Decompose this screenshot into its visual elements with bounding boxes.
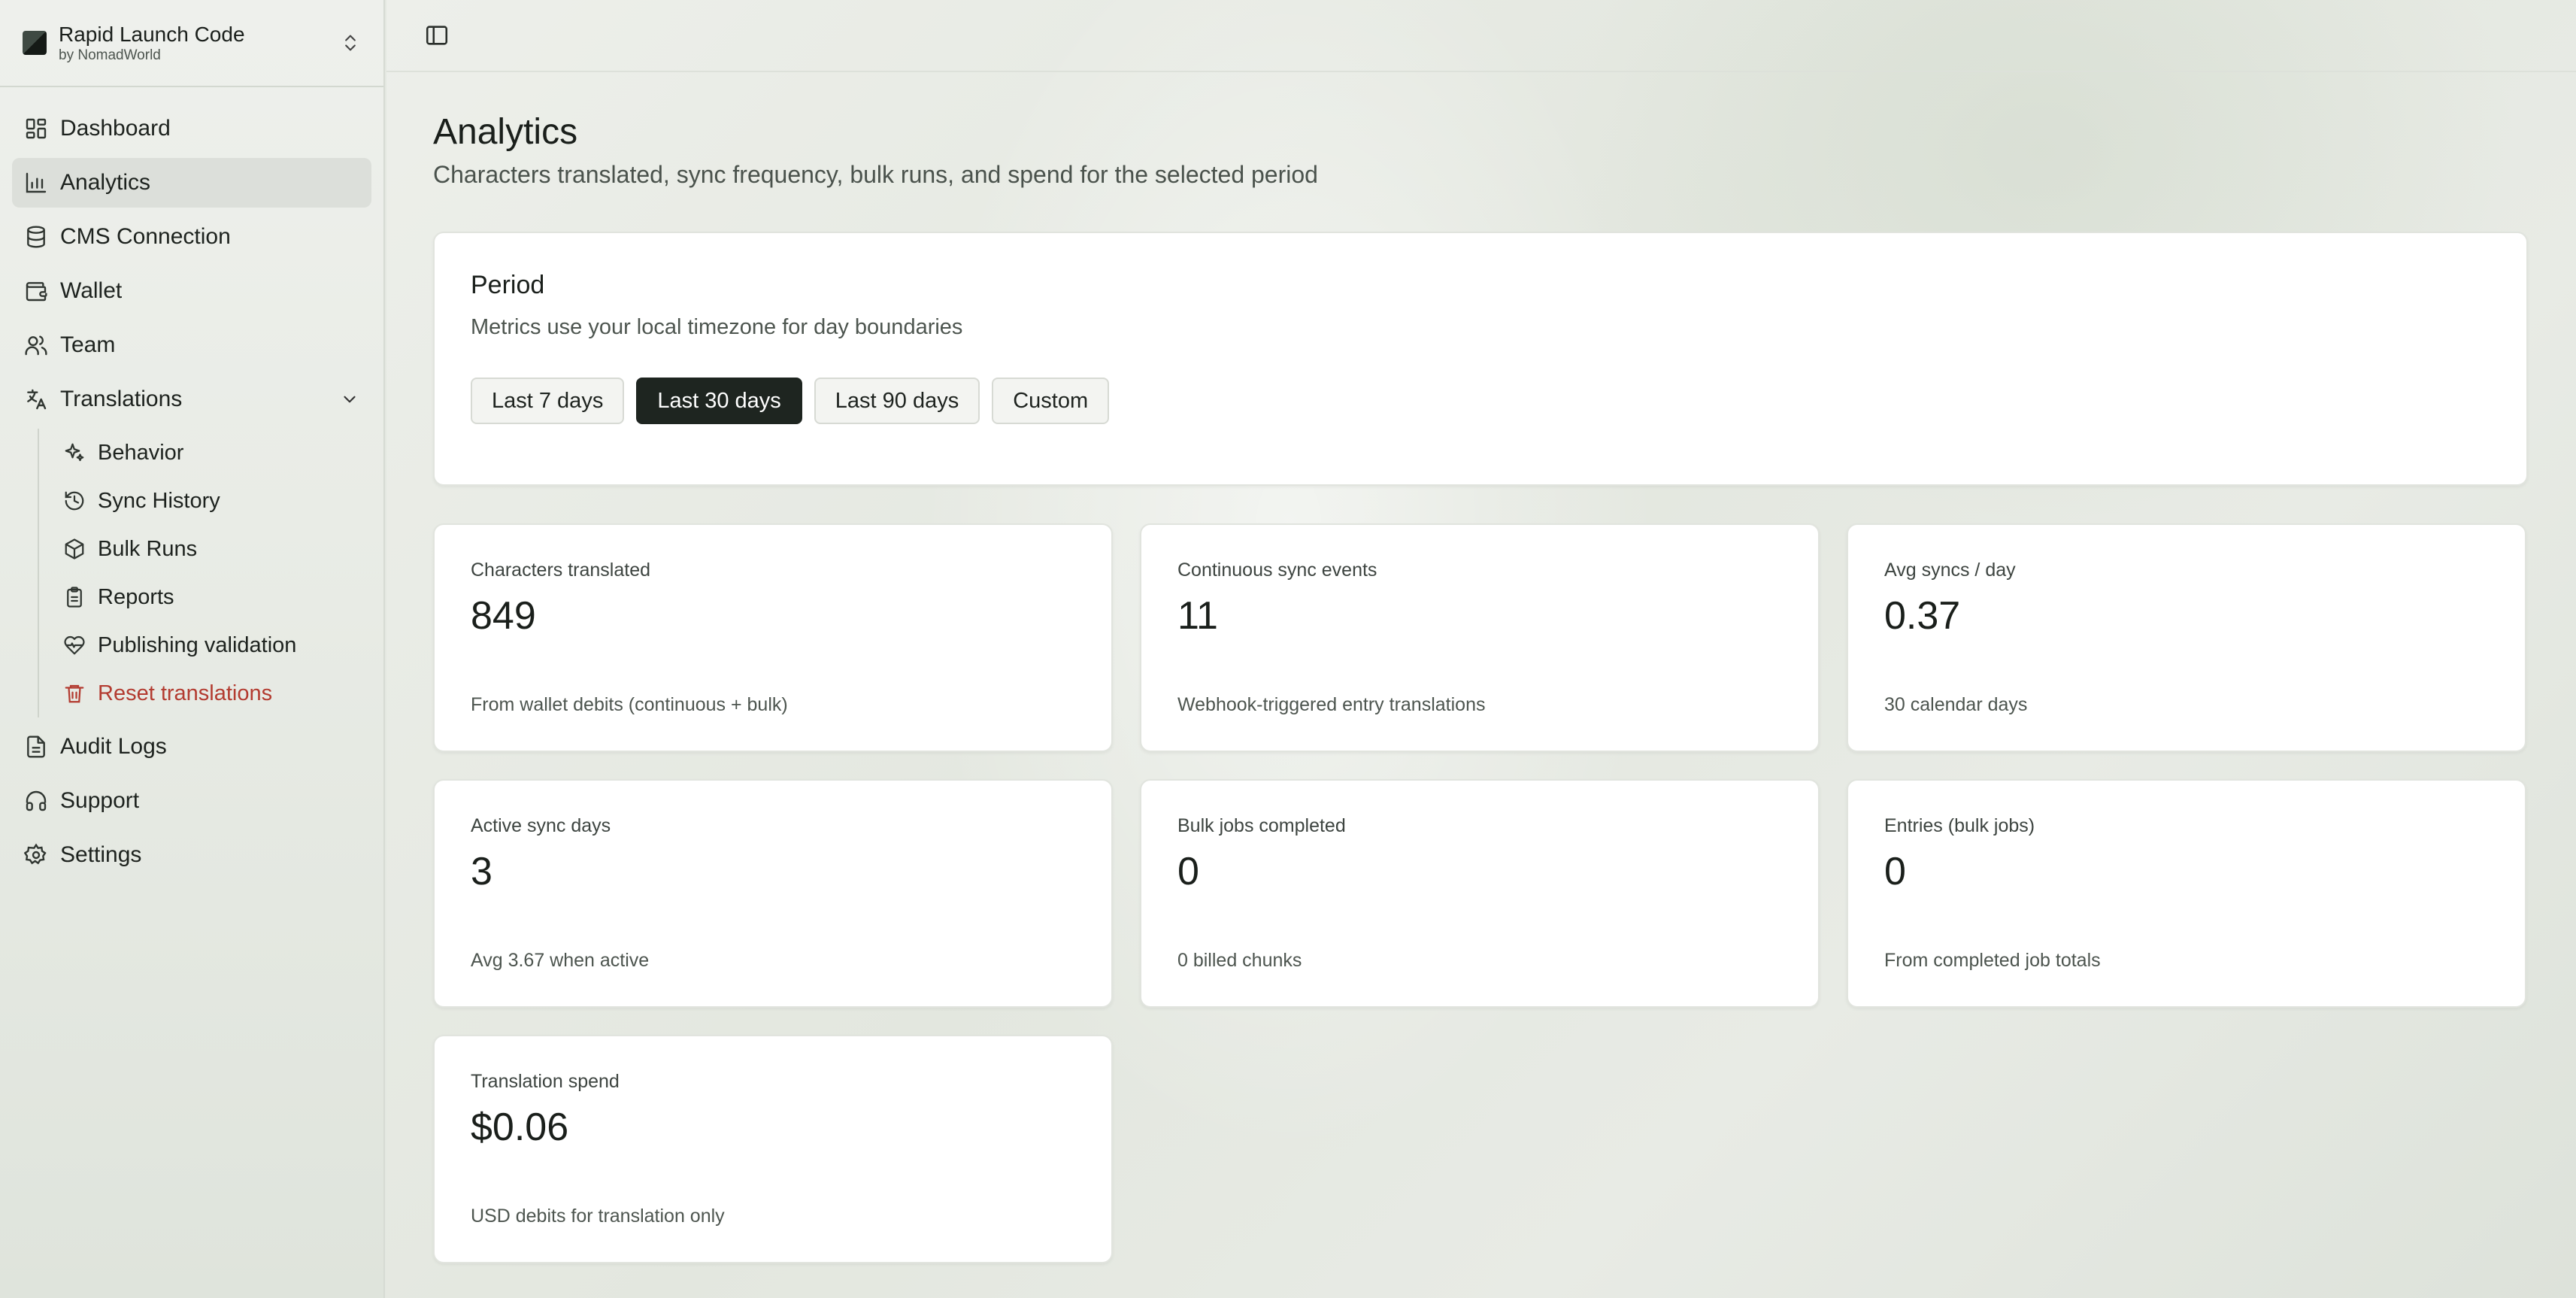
sidebar-item-team[interactable]: Team	[12, 320, 371, 370]
sidebar-item-label: Publishing validation	[98, 632, 297, 657]
sidebar-item-label: Audit Logs	[60, 734, 167, 759]
workspace-switcher[interactable]: Rapid Launch Code by NomadWorld	[0, 0, 383, 87]
sidebar-item-publishing-validation[interactable]: Publishing validation	[50, 621, 371, 669]
stat-label: Characters translated	[471, 560, 651, 581]
stat-note: From wallet debits (continuous + bulk)	[471, 694, 788, 715]
stat-note: From completed job totals	[1884, 950, 2101, 971]
sidebar-item-label: Support	[60, 788, 140, 813]
headphones-icon	[26, 790, 47, 811]
sidebar-item-wallet[interactable]: Wallet	[12, 266, 371, 316]
sidebar-item-bulk-runs[interactable]: Bulk Runs	[50, 525, 371, 573]
stat-card-avg-syncs-per-day: Avg syncs / day 0.37 30 calendar days	[1847, 523, 2526, 752]
sidebar-item-label: Dashboard	[60, 116, 171, 141]
boxes-icon	[65, 538, 84, 560]
sidebar-item-label: Sync History	[98, 488, 220, 513]
file-text-icon	[27, 735, 45, 758]
period-title: Period	[471, 271, 545, 299]
sidebar-item-label: Reports	[98, 584, 174, 609]
database-icon	[27, 226, 45, 248]
period-custom-button[interactable]: Custom	[992, 378, 1110, 424]
sidebar-item-reset-translations[interactable]: Reset translations	[50, 669, 371, 717]
sidebar-item-label: CMS Connection	[60, 224, 231, 249]
stat-value: 849	[471, 594, 536, 638]
translations-subnav: Behavior Sync History Bulk Runs Reports …	[38, 429, 371, 717]
period-last-7-days-button[interactable]: Last 7 days	[471, 378, 625, 424]
sidebar-item-dashboard[interactable]: Dashboard	[12, 104, 371, 153]
sidebar-item-label: Bulk Runs	[98, 536, 198, 561]
sidebar-item-audit-logs[interactable]: Audit Logs	[12, 722, 371, 772]
sidebar-item-analytics[interactable]: Analytics	[12, 158, 371, 208]
stat-value: 0.37	[1884, 594, 1961, 638]
sidebar-item-support[interactable]: Support	[12, 776, 371, 826]
sidebar-item-label: Settings	[60, 842, 142, 867]
sidebar-item-label: Translations	[60, 387, 183, 411]
period-options: Last 7 days Last 30 days Last 90 days Cu…	[471, 378, 2490, 424]
wallet-icon	[26, 282, 47, 302]
stat-note: 0 billed chunks	[1177, 950, 1302, 971]
bar-chart-icon	[26, 172, 47, 193]
stat-label: Bulk jobs completed	[1177, 815, 1346, 836]
history-icon	[65, 491, 84, 511]
sidebar: Rapid Launch Code by NomadWorld Dashboar…	[0, 0, 385, 1298]
page-subtitle: Characters translated, sync frequency, b…	[433, 161, 1318, 188]
languages-icon	[27, 389, 47, 410]
stat-card-active-sync-days: Active sync days 3 Avg 3.67 when active	[433, 779, 1113, 1008]
page-title: Analytics	[433, 112, 578, 152]
topbar	[386, 0, 2576, 72]
sidebar-item-reports[interactable]: Reports	[50, 573, 371, 621]
stat-label: Active sync days	[471, 815, 611, 836]
gear-icon	[24, 843, 47, 865]
sidebar-item-label: Wallet	[60, 278, 123, 303]
stat-card-translation-spend: Translation spend $0.06 USD debits for t…	[433, 1035, 1113, 1263]
main-content: Analytics Characters translated, sync fr…	[386, 0, 2576, 1298]
chevrons-up-down-icon[interactable]	[340, 28, 361, 58]
brand-subtitle: by NomadWorld	[59, 47, 161, 63]
period-card: Period Metrics use your local timezone f…	[433, 232, 2528, 486]
stat-label: Continuous sync events	[1177, 560, 1377, 581]
sidebar-item-label: Reset translations	[98, 681, 273, 705]
heart-pulse-icon	[64, 635, 85, 655]
stat-note: Avg 3.67 when active	[471, 950, 650, 971]
brand-logo	[23, 31, 47, 55]
sidebar-item-settings[interactable]: Settings	[12, 830, 371, 880]
stat-card-bulk-jobs-completed: Bulk jobs completed 0 0 billed chunks	[1140, 779, 1820, 1008]
trash-icon	[65, 684, 84, 703]
stat-value: 0	[1177, 850, 1199, 893]
stat-card-characters-translated: Characters translated 849 From wallet de…	[433, 523, 1113, 752]
sidebar-item-translations[interactable]: Translations	[12, 375, 371, 424]
stat-value: 3	[471, 850, 492, 893]
stat-label: Entries (bulk jobs)	[1884, 815, 2035, 836]
page-header: Analytics Characters translated, sync fr…	[386, 72, 2576, 189]
chevron-down-icon[interactable]	[340, 390, 359, 409]
sparkles-icon	[65, 443, 84, 462]
period-last-90-days-button[interactable]: Last 90 days	[814, 378, 980, 424]
clipboard-icon	[67, 587, 82, 608]
sidebar-nav: Dashboard Analytics CMS Connection Walle…	[0, 87, 383, 880]
sidebar-item-sync-history[interactable]: Sync History	[50, 477, 371, 525]
sidebar-item-behavior[interactable]: Behavior	[50, 429, 371, 477]
stat-note: USD debits for translation only	[471, 1206, 725, 1227]
sidebar-item-label: Team	[60, 332, 116, 357]
stat-label: Translation spend	[471, 1071, 620, 1092]
stat-value: 11	[1177, 594, 1218, 638]
sidebar-toggle-icon[interactable]	[424, 23, 450, 48]
stat-value: 0	[1884, 850, 1906, 893]
sidebar-item-label: Analytics	[60, 170, 151, 195]
sidebar-item-cms-connection[interactable]: CMS Connection	[12, 212, 371, 262]
users-icon	[25, 335, 47, 356]
stat-note: Webhook-triggered entry translations	[1177, 694, 1486, 715]
stat-label: Avg syncs / day	[1884, 560, 2016, 581]
stat-value: $0.06	[471, 1105, 569, 1149]
stat-card-entries-bulk-jobs: Entries (bulk jobs) 0 From completed job…	[1847, 779, 2526, 1008]
stat-note: 30 calendar days	[1884, 694, 2028, 715]
stat-card-continuous-sync-events: Continuous sync events 11 Webhook-trigge…	[1140, 523, 1820, 752]
period-subtitle: Metrics use your local timezone for day …	[471, 315, 963, 339]
dashboard-icon	[26, 118, 47, 139]
sidebar-item-label: Behavior	[98, 440, 184, 465]
period-last-30-days-button[interactable]: Last 30 days	[636, 378, 802, 424]
brand-name: Rapid Launch Code	[59, 23, 245, 46]
